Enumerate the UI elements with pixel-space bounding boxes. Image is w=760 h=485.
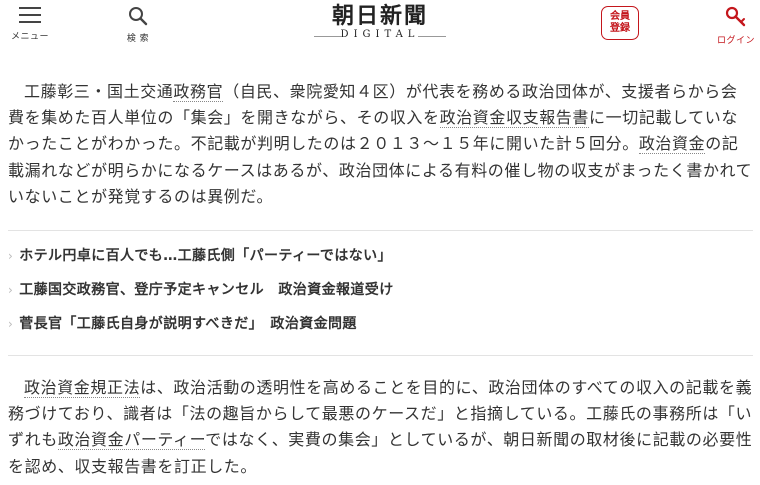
chevron-right-icon: › [8, 283, 14, 297]
search-label: 検 索 [126, 34, 150, 44]
chevron-right-icon: › [8, 317, 14, 331]
related-link-text: 工藤国交政務官、登庁予定キャンセル 政治資金報道受け [19, 282, 394, 298]
member-register-box: 会員 登録 [601, 6, 639, 40]
related-link-text: ホテル円卓に百人でも…工藤氏側「パーティーではない」 [19, 248, 392, 264]
related-link-text: 菅長官「工藤氏自身が説明すべきだ」 政治資金問題 [19, 316, 357, 332]
related-links: › ホテル円卓に百人でも…工藤氏側「パーティーではない」 › 工藤国交政務官、登庁予定… [8, 245, 753, 347]
member-line2: 登録 [610, 23, 630, 34]
logo-sub-text: DIGITAL [300, 29, 460, 40]
chevron-right-icon: › [8, 249, 14, 263]
divider [8, 355, 753, 356]
search-icon [129, 7, 148, 26]
keyword-link[interactable]: 政務官 [173, 82, 224, 102]
related-link[interactable]: › 工藤国交政務官、登庁予定キャンセル 政治資金報道受け [8, 279, 753, 303]
menu-label: メニュー [10, 32, 49, 42]
key-icon [725, 6, 746, 27]
member-line1: 会員 [610, 11, 630, 22]
login-label: ログイン [716, 36, 755, 46]
login-button[interactable]: ログイン [706, 6, 760, 46]
article-paragraph-2: 政治資金規正法は、政治活動の透明性を高めることを目的に、政治団体のすべての収入の… [8, 375, 753, 480]
site-header: メニュー 検 索 朝日新聞 DIGITAL 会員 登録 ログイン [0, 0, 760, 50]
search-button[interactable]: 検 索 [108, 6, 168, 44]
site-logo[interactable]: 朝日新聞 DIGITAL [300, 4, 460, 40]
paragraph-text: 工藤彰三・国土交通 [24, 82, 174, 101]
keyword-link[interactable]: 政治資金規正法 [24, 378, 141, 398]
keyword-link[interactable]: 政治資金 [638, 134, 706, 155]
keyword-link[interactable]: 政治資金パーティー [57, 430, 206, 451]
member-register-button[interactable]: 会員 登録 [590, 6, 650, 40]
menu-button[interactable]: メニュー [0, 6, 60, 42]
article-paragraph-1: 工藤彰三・国土交通政務官（自民、衆院愛知４区）が代表を務める政治団体が、支援者ら… [8, 79, 753, 210]
related-link[interactable]: › ホテル円卓に百人でも…工藤氏側「パーティーではない」 [8, 245, 753, 269]
related-link[interactable]: › 菅長官「工藤氏自身が説明すべきだ」 政治資金問題 [8, 313, 753, 337]
keyword-link[interactable]: 政治資金収支報告書 [439, 108, 590, 129]
logo-main-text: 朝日新聞 [331, 3, 428, 29]
hamburger-icon [19, 7, 41, 23]
divider [8, 230, 753, 231]
